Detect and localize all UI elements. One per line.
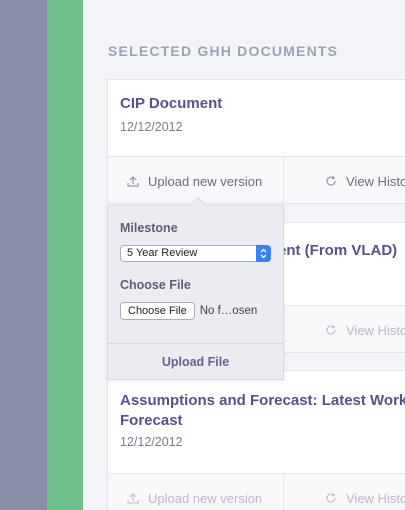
left-nav-rail	[0, 0, 47, 510]
document-title[interactable]: CIP Document	[120, 94, 222, 113]
view-history-button[interactable]: View Histo	[325, 157, 405, 205]
document-actions: Upload new version View Histo	[107, 473, 405, 510]
document-date: 12/12/2012	[120, 435, 183, 449]
upload-new-version-button[interactable]: Upload new version	[127, 474, 262, 510]
history-icon	[325, 324, 337, 336]
milestone-select[interactable]: 5 Year Review	[120, 245, 271, 262]
document-date: 12/12/2012	[120, 120, 183, 134]
milestone-value: 5 Year Review	[127, 247, 198, 259]
history-label: View Histo	[346, 173, 405, 189]
document-title-line-1[interactable]: Assumptions and Forecast: Latest Workin	[120, 391, 405, 410]
view-history-button[interactable]: View Histo	[325, 474, 405, 510]
document-title-line-2[interactable]: Forecast	[120, 411, 183, 430]
section-color-strip	[47, 0, 83, 510]
file-status: No f…osen	[199, 305, 258, 317]
history-label: View Histo	[346, 322, 405, 338]
upload-icon	[127, 175, 139, 187]
file-input: Choose File No f…osen	[120, 302, 257, 320]
upload-icon	[127, 492, 139, 504]
main-content: SELECTED GHH DOCUMENTS CIP Document 12/1…	[83, 0, 405, 510]
document-card[interactable]: CIP Document 12/12/2012	[107, 79, 405, 157]
select-arrows-icon	[256, 245, 271, 262]
history-icon	[325, 175, 337, 187]
divider	[283, 474, 284, 510]
upload-label: Upload new version	[148, 173, 263, 189]
section-heading: SELECTED GHH DOCUMENTS	[108, 43, 339, 59]
document-card[interactable]: Assumptions and Forecast: Latest Workin …	[107, 370, 405, 474]
divider	[283, 157, 284, 203]
choose-file-button[interactable]: Choose File	[120, 302, 195, 320]
history-label: View Histo	[346, 490, 405, 506]
history-icon	[325, 492, 337, 504]
choose-file-label: Choose File	[120, 278, 191, 292]
upload-file-button[interactable]: Upload File	[108, 343, 283, 379]
upload-popover: Milestone 5 Year Review Choose File Choo…	[107, 196, 284, 380]
view-history-button[interactable]: View Histo	[325, 306, 405, 354]
upload-label: Upload new version	[148, 490, 263, 506]
upload-new-version-button[interactable]: Upload new version	[127, 157, 262, 205]
document-actions: Upload new version View Histo	[107, 156, 405, 204]
milestone-label: Milestone	[120, 221, 178, 235]
document-title[interactable]: ent (From VLAD)	[278, 241, 397, 260]
